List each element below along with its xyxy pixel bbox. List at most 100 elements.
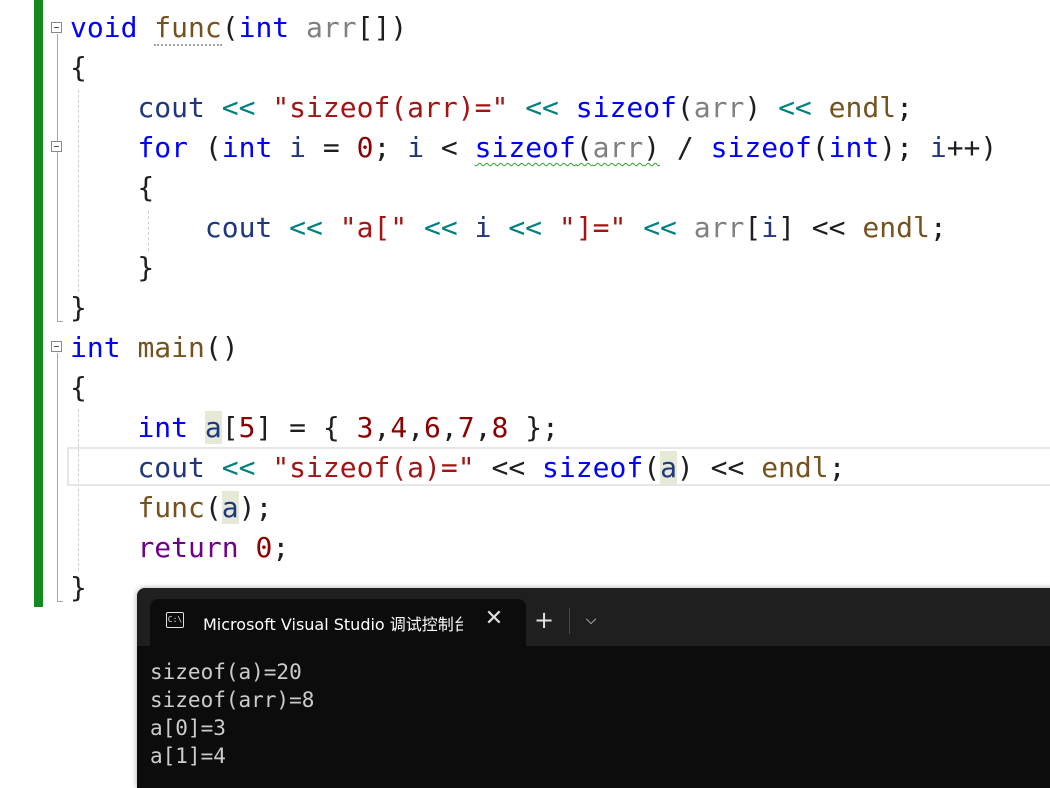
code-line[interactable]: func(a); <box>70 488 272 528</box>
code-token: ] << <box>778 211 863 244</box>
code-token: a <box>660 451 677 484</box>
code-token: ) << <box>676 451 762 484</box>
code-token: ( <box>811 131 829 164</box>
code-token: << <box>474 451 543 484</box>
console-titlebar[interactable]: C:\ Microsoft Visual Studio 调试控制台 ✕ + ⌵ <box>137 588 1050 646</box>
code-line[interactable]: } <box>70 568 87 608</box>
terminal-icon: C:\ <box>166 612 184 628</box>
fold-toggle-main[interactable] <box>51 341 62 352</box>
code-token: 0 <box>255 531 273 564</box>
code-token: () <box>204 331 239 364</box>
code-token: << <box>525 91 559 124</box>
code-token: int <box>238 11 290 44</box>
code-line[interactable]: { <box>70 48 87 88</box>
code-line[interactable]: return 0; <box>70 528 289 568</box>
code-token: << <box>221 451 256 484</box>
code-token: a <box>204 411 222 444</box>
code-line[interactable]: } <box>70 248 154 288</box>
code-line[interactable]: int a[5] = { 3,4,6,7,8 }; <box>70 408 559 448</box>
chevron-down-icon[interactable]: ⌵ <box>581 606 601 634</box>
code-token: "sizeof(a)=" <box>272 451 475 484</box>
code-token: ; <box>373 131 408 164</box>
code-token: ( <box>188 131 222 164</box>
code-token: arr <box>306 11 357 44</box>
code-token: []) <box>356 11 408 44</box>
code-line[interactable]: void func(int arr[]) <box>70 8 407 48</box>
code-token: ; <box>828 451 846 484</box>
code-token: func <box>154 11 222 46</box>
console-output-line: a[1]=4 <box>150 744 226 768</box>
code-token: void <box>70 11 138 44</box>
code-token: sizeof <box>542 451 644 484</box>
new-tab-button[interactable]: + <box>532 606 556 634</box>
code-token: i <box>761 211 779 244</box>
code-token: [ <box>221 411 239 444</box>
code-line[interactable]: cout << "a[" << i << "]=" << arr[i] << e… <box>70 208 947 248</box>
code-token: i <box>289 131 307 164</box>
code-token: , <box>474 411 492 444</box>
code-token: ) <box>643 131 661 164</box>
console-tab[interactable]: C:\ Microsoft Visual Studio 调试控制台 ✕ <box>150 599 526 646</box>
code-token: 5 <box>238 411 256 444</box>
code-token: / <box>660 131 711 164</box>
code-token: arr <box>693 91 745 124</box>
code-token: ( <box>204 491 222 524</box>
code-token: << <box>643 211 677 244</box>
code-token: { <box>70 171 155 204</box>
code-line[interactable]: for (int i = 0; i < sizeof(arr) / sizeof… <box>70 128 997 168</box>
code-line[interactable]: { <box>70 168 154 208</box>
debug-console-window[interactable]: C:\ Microsoft Visual Studio 调试控制台 ✕ + ⌵ … <box>137 588 1050 788</box>
code-line[interactable]: } <box>70 288 87 328</box>
code-token: } <box>70 291 87 324</box>
close-icon[interactable]: ✕ <box>480 605 508 633</box>
code-token: }; <box>508 411 559 444</box>
code-line[interactable]: int main() <box>70 328 239 368</box>
console-tab-title: Microsoft Visual Studio 调试控制台 <box>203 615 463 633</box>
code-token: << <box>778 91 812 124</box>
code-token: arr <box>693 211 745 244</box>
code-line[interactable]: cout << "sizeof(a)=" << sizeof(a) << end… <box>70 448 846 488</box>
code-token: ( <box>575 131 593 164</box>
code-token: int <box>70 331 121 364</box>
code-token: { <box>70 51 87 84</box>
code-token: 0 <box>356 131 374 164</box>
code-token: sizeof <box>474 131 576 164</box>
code-token: << <box>221 91 256 124</box>
fold-toggle-for[interactable] <box>51 141 62 152</box>
code-token: "a[" <box>339 211 408 244</box>
code-token: } <box>70 251 155 284</box>
code-token: sizeof <box>575 91 677 124</box>
code-token: 4 <box>390 411 408 444</box>
code-token: [ <box>744 211 762 244</box>
code-token: ; <box>896 91 913 124</box>
code-token: ( <box>676 91 694 124</box>
code-token: } <box>70 571 87 604</box>
code-line[interactable]: { <box>70 368 87 408</box>
fold-toggle-func[interactable] <box>51 22 62 33</box>
console-output-line: sizeof(arr)=8 <box>150 688 315 712</box>
code-token: int <box>137 411 189 444</box>
code-token: ] = { <box>255 411 357 444</box>
titlebar-divider <box>569 608 570 634</box>
code-token: main <box>137 331 205 364</box>
code-line[interactable]: cout << "sizeof(arr)=" << sizeof(arr) <<… <box>70 88 913 128</box>
fold-end-main <box>57 601 63 602</box>
code-token: sizeof <box>710 131 812 164</box>
code-editor[interactable]: void func(int arr[]){ cout << "sizeof(ar… <box>0 0 1050 610</box>
code-token: endl <box>828 91 897 124</box>
